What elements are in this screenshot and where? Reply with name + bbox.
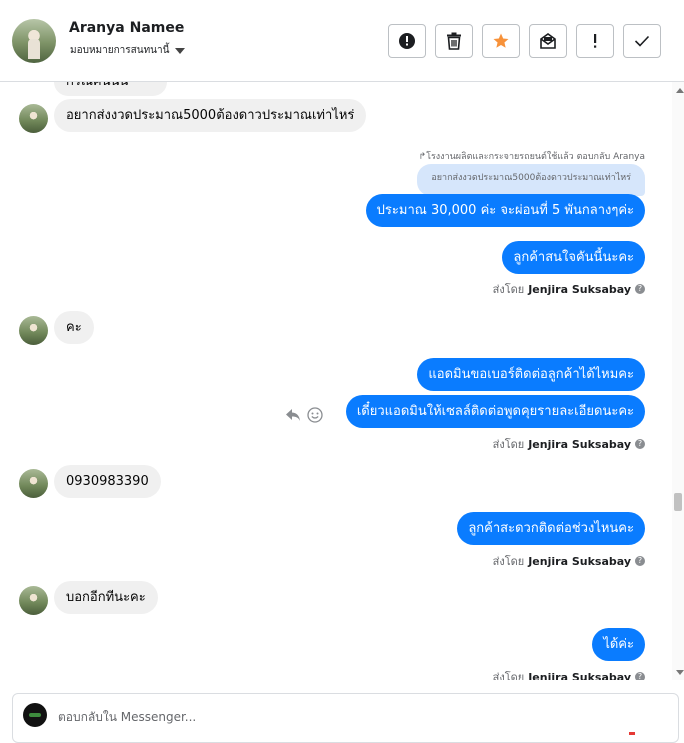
reply-composer[interactable]: ตอบกลับใน Messenger... <box>12 693 679 743</box>
conversation-actions <box>388 24 661 58</box>
help-icon[interactable]: ? <box>635 439 645 449</box>
scroll-down-arrow-icon[interactable] <box>676 670 684 675</box>
message-bubble-outgoing: ได้ค่ะ <box>592 628 645 661</box>
message-bubble-outgoing: เดี๋ยวแอดมินให้เซลล์ติดต่อพูดคุยรายละเอี… <box>345 395 645 428</box>
sent-by-prefix: ส่งโดย <box>492 283 525 296</box>
trash-icon <box>447 32 461 50</box>
message-thread[interactable]: กรณีคันนั้น อยากส่งงวดประมาณ5000ต้องดาวป… <box>0 82 672 680</box>
sent-by-label: ส่งโดย Jenjira Suksabay ? <box>493 435 645 453</box>
help-icon[interactable]: ? <box>635 284 645 294</box>
assign-conversation-dropdown[interactable]: มอบหมายการสนทนานี้ <box>70 43 186 58</box>
message-bubble-incoming: คะ <box>54 311 94 344</box>
sent-by-prefix: ส่งโดย <box>492 671 525 680</box>
sent-by-agent[interactable]: Jenjira Suksabay <box>528 555 631 568</box>
mark-unread-button[interactable] <box>529 24 567 58</box>
help-icon[interactable]: ? <box>635 556 645 566</box>
sent-by-prefix: ส่งโดย <box>492 438 525 451</box>
message-bubble-incoming: บอกอีกทีนะคะ <box>54 581 158 614</box>
caret-down-icon <box>175 47 186 54</box>
exclamation-icon <box>594 34 597 48</box>
message-tools <box>285 407 323 423</box>
contact-avatar-small <box>19 104 48 133</box>
sent-by-prefix: ส่งโดย <box>492 555 525 568</box>
message-bubble-outgoing: แอดมินขอเบอร์ติดต่อลูกค้าได้ไหมคะ <box>417 358 645 391</box>
sent-by-label: ส่งโดย Jenjira Suksabay ? <box>493 552 645 570</box>
scrollbar-thumb[interactable] <box>674 493 682 511</box>
delete-button[interactable] <box>435 24 473 58</box>
help-icon[interactable]: ? <box>635 672 645 680</box>
assign-label: มอบหมายการสนทนานี้ <box>70 45 170 56</box>
message-bubble-outgoing: ลูกค้าสนใจคันนี้นะคะ <box>502 241 645 274</box>
conversation-header: Aranya Namee มอบหมายการสนทนานี้ <box>0 0 684 82</box>
follow-up-button[interactable] <box>576 24 614 58</box>
checkmark-icon <box>634 35 650 47</box>
sent-by-agent[interactable]: Jenjira Suksabay <box>528 438 631 451</box>
page-avatar <box>23 703 47 727</box>
message-bubble-outgoing: ลูกค้าสะดวกติดต่อช่วงไหนคะ <box>457 512 645 545</box>
message-bubble-incoming: กรณีคันนั้น <box>54 82 167 96</box>
message-bubble-outgoing: ประมาณ 30,000 ค่ะ จะผ่อนที่ 5 พันกลางๆค่… <box>365 194 645 227</box>
message-bubble-incoming: อยากส่งงวดประมาณ5000ต้องดาวประมาณเท่าไหร… <box>54 99 367 132</box>
reply-icon[interactable] <box>285 408 301 422</box>
contact-avatar-small <box>19 316 48 345</box>
contact-avatar-small <box>19 586 48 615</box>
mark-done-button[interactable] <box>623 24 661 58</box>
mark-spam-button[interactable] <box>388 24 426 58</box>
emoji-icon[interactable] <box>307 407 323 423</box>
scrollbar-track[interactable] <box>672 82 684 680</box>
sent-by-label: ส่งโดย Jenjira Suksabay ? <box>493 668 645 680</box>
sent-by-label: ส่งโดย Jenjira Suksabay ? <box>493 280 645 298</box>
reply-context: ↱โรงงานผลิตและกระจายรถยนต์ใช้แล้ว ตอบกลั… <box>418 152 645 162</box>
message-bubble-incoming: 0930983390 <box>54 465 161 498</box>
contact-avatar-small <box>19 469 48 498</box>
reply-input[interactable]: ตอบกลับใน Messenger... <box>58 708 196 727</box>
contact-avatar[interactable] <box>12 19 56 63</box>
sent-by-agent[interactable]: Jenjira Suksabay <box>528 671 631 681</box>
sent-by-agent[interactable]: Jenjira Suksabay <box>528 283 631 296</box>
star-button[interactable] <box>482 24 520 58</box>
star-icon <box>493 33 509 48</box>
contact-name[interactable]: Aranya Namee <box>69 20 184 36</box>
envelope-icon <box>540 33 556 49</box>
scroll-up-arrow-icon[interactable] <box>676 88 684 93</box>
alert-circle-icon <box>399 33 415 49</box>
quoted-message[interactable]: อยากส่งงวดประมาณ5000ต้องดาวประมาณเท่าไหร… <box>417 164 645 196</box>
